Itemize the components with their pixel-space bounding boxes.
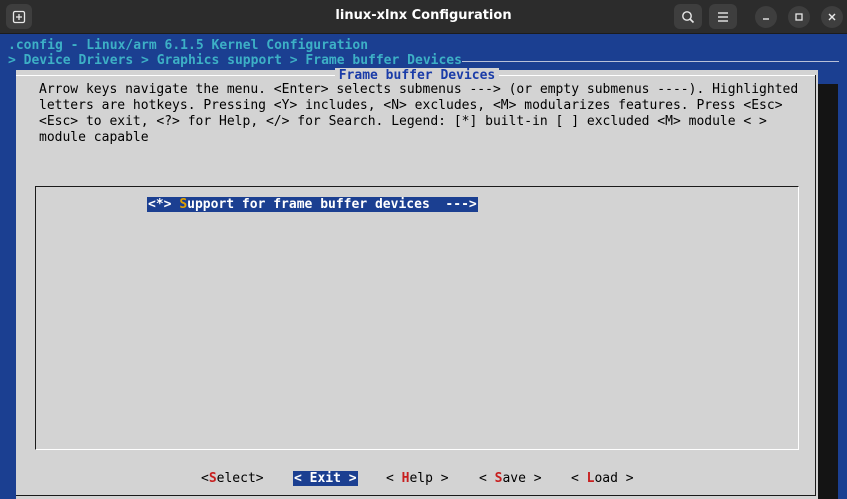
window-titlebar: linux-xlnx Configuration xyxy=(0,0,847,34)
load-button[interactable]: < Load > xyxy=(570,471,635,486)
minimize-button[interactable] xyxy=(755,6,777,28)
save-button-post: ave > xyxy=(502,471,542,486)
dialog-border-right xyxy=(815,75,816,495)
menu-item-framebuffer-support[interactable]: <*> Support for frame buffer devices ---… xyxy=(147,197,478,212)
dialog-border-bottom xyxy=(16,495,816,496)
help-button-pre: < xyxy=(386,471,402,486)
terminal-area[interactable]: .config - Linux/arm 6.1.5 Kernel Configu… xyxy=(0,34,847,499)
menu-list: <*> Support for frame buffer devices ---… xyxy=(35,186,799,450)
exit-button-pre: < xyxy=(294,471,310,486)
search-icon xyxy=(681,10,695,24)
help-button-post: elp > xyxy=(409,471,449,486)
menu-item-label: upport for frame buffer devices ---> xyxy=(187,197,477,212)
help-text: Arrow keys navigate the menu. <Enter> se… xyxy=(39,82,799,145)
help-button[interactable]: < Help > xyxy=(385,471,450,486)
menu-button[interactable] xyxy=(709,4,737,29)
hamburger-menu-icon xyxy=(716,11,730,23)
save-button[interactable]: < Save > xyxy=(478,471,543,486)
menu-item-prefix: <*> xyxy=(148,197,180,212)
minimize-icon xyxy=(761,12,771,22)
exit-button[interactable]: < Exit > xyxy=(293,471,358,486)
button-row: <Select> < Exit > < Help > < Save > < Lo… xyxy=(16,471,816,487)
breadcrumb-rule xyxy=(462,61,839,62)
search-button[interactable] xyxy=(674,4,702,29)
load-button-pre: < xyxy=(571,471,587,486)
save-button-pre: < xyxy=(479,471,495,486)
breadcrumb: > Device Drivers > Graphics support > Fr… xyxy=(8,53,462,68)
exit-button-post: xit > xyxy=(317,471,357,486)
menuconfig-dialog: Frame buffer Devices Arrow keys navigate… xyxy=(16,68,818,499)
dialog-title: Frame buffer Devices xyxy=(16,68,818,83)
load-button-post: oad > xyxy=(594,471,634,486)
select-button-pre: < xyxy=(201,471,209,486)
maximize-button[interactable] xyxy=(788,6,810,28)
select-button-hotkey: S xyxy=(208,471,217,486)
menu-item-hotkey: S xyxy=(179,197,188,212)
close-icon xyxy=(827,12,837,22)
dialog-title-text: Frame buffer Devices xyxy=(334,68,500,83)
maximize-icon xyxy=(794,12,804,22)
select-button[interactable]: <Select> xyxy=(200,471,265,486)
config-header-line: .config - Linux/arm 6.1.5 Kernel Configu… xyxy=(8,38,369,53)
select-button-post: elect> xyxy=(216,471,264,486)
close-button[interactable] xyxy=(821,6,843,28)
